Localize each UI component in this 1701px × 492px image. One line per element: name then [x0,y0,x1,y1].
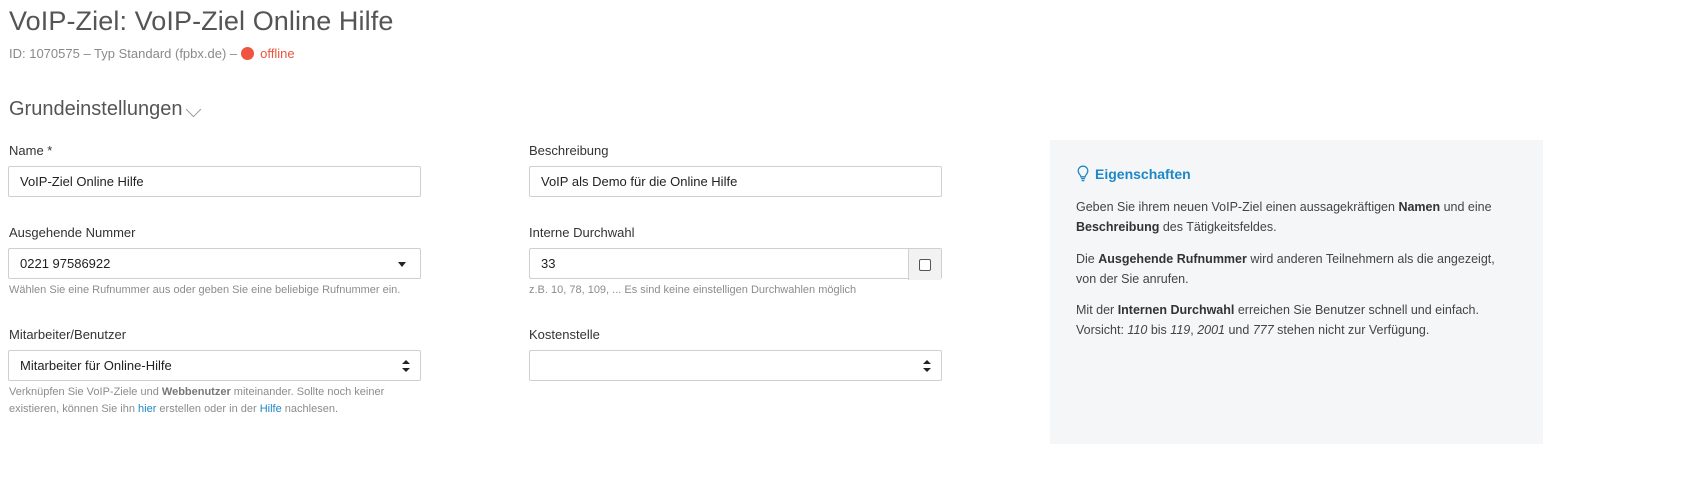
internal-extension-value: 33 [541,256,556,271]
info-text: Vorsicht: [1076,322,1128,337]
page-title: VoIP-Ziel: VoIP-Ziel Online Hilfe [9,6,394,36]
help-link[interactable]: Hilfe [260,403,282,415]
employee-select[interactable]: Mitarbeiter für Online-Hilfe [8,350,421,381]
employee-help-text: nachlesen. [281,403,338,415]
cost-center-label: Kostenstelle [529,327,600,342]
info-bold: Internen Durchwahl [1117,303,1235,317]
info-italic: 119 [1170,322,1191,337]
name-input[interactable]: VoIP-Ziel Online Hilfe [8,166,421,197]
select-arrows-icon [923,360,931,372]
info-italic: 777 [1252,322,1274,337]
outgoing-number-help: Wählen Sie eine Rufnummer aus oder geben… [9,284,401,296]
info-text: von der Sie anrufen. [1076,271,1189,286]
info-paragraph-3: Mit der Internen Durchwahl erreichen Sie… [1076,301,1516,340]
internal-extension-help: z.B. 10, 78, 109, ... Es sind keine eins… [529,284,857,296]
info-panel-header: Eigenschaften [1077,165,1191,182]
internal-extension-label: Interne Durchwahl [529,225,635,240]
info-bold: Ausgehende Rufnummer [1098,252,1247,266]
internal-extension-input[interactable]: 33 [529,248,942,280]
page-subtitle: ID: 1070575 – Typ Standard (fpbx.de) – o… [9,46,295,61]
employee-label: Mitarbeiter/Benutzer [9,327,127,342]
employee-help-text: miteinander. Sollte noch keiner [230,386,385,398]
description-input[interactable]: VoIP als Demo für die Online Hilfe [529,166,942,197]
info-italic: 2001 [1197,322,1225,337]
employee-help-text: existieren, können Sie ihn [9,403,139,415]
section-title: Grundeinstellungen [9,98,183,120]
info-text: des Tätigkeitsfeldes. [1159,219,1277,234]
section-toggle[interactable]: Grundeinstellungen [9,98,202,121]
info-bold: Beschreibung [1076,219,1160,234]
outgoing-number-select[interactable]: 0221 97586922 [8,248,421,279]
description-label: Beschreibung [529,143,609,158]
employee-value: Mitarbeiter für Online-Hilfe [20,358,172,373]
info-text: bis [1147,322,1171,337]
employee-help-text: Verknüpfen Sie VoIP-Ziele und [9,386,162,398]
info-text: und [1225,322,1253,337]
info-text: stehen nicht zur Verfügung. [1273,322,1430,337]
meta-info: ID: 1070575 – Typ Standard (fpbx.de) – [9,46,238,61]
info-bold: Namen [1398,200,1441,214]
description-input-value: VoIP als Demo für die Online Hilfe [541,174,738,189]
info-text: Mit der [1076,303,1118,317]
info-text: Geben Sie ihrem neuen VoIP-Ziel einen au… [1076,200,1399,214]
info-text: und eine [1440,200,1492,214]
status-dot-icon [241,47,255,60]
create-user-link[interactable]: hier [138,403,156,415]
name-label: Name * [9,143,53,158]
outgoing-number-label: Ausgehende Nummer [9,225,136,240]
info-paragraph-2: Die Ausgehende Rufnummer wird anderen Te… [1076,250,1516,289]
info-paragraph-1: Geben Sie ihrem neuen VoIP-Ziel einen au… [1076,198,1516,237]
internal-extension-checkbox[interactable] [919,258,931,271]
internal-extension-addon[interactable] [908,249,941,280]
select-arrows-icon [402,360,410,372]
outgoing-number-value: 0221 97586922 [20,256,111,271]
info-italic: 110 [1127,322,1148,337]
info-text: wird anderen Teilnehmern als die angezei… [1246,252,1495,266]
info-text: Die [1076,252,1099,266]
employee-help: Verknüpfen Sie VoIP-Ziele und Webbenutze… [9,384,384,418]
cost-center-select[interactable] [529,350,942,381]
employee-help-bold: Webbenutzer [161,386,231,398]
info-panel: Eigenschaften Geben Sie ihrem neuen VoIP… [1050,140,1543,444]
status-badge: offline [260,46,295,61]
lightbulb-icon [1077,165,1089,182]
info-text: erreichen Sie Benutzer schnell und einfa… [1234,303,1479,317]
chevron-down-icon [186,101,202,118]
employee-help-text: erstellen oder in der [156,403,260,415]
name-input-value: VoIP-Ziel Online Hilfe [20,174,144,189]
caret-down-icon [398,262,406,267]
info-panel-title: Eigenschaften [1095,165,1191,182]
